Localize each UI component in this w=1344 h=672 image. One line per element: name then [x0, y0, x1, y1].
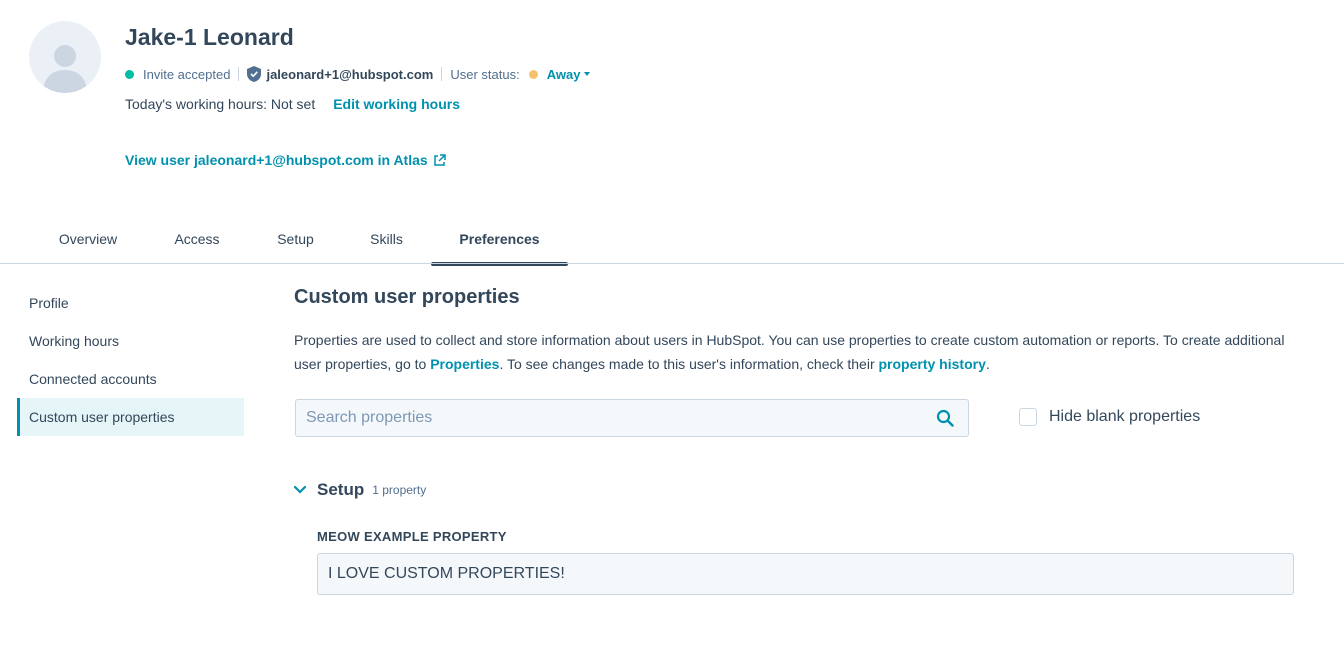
hide-blank-checkbox[interactable]: [1019, 408, 1037, 426]
external-link-icon[interactable]: [433, 153, 446, 167]
tab-bar: Overview Access Setup Skills Preferences: [29, 215, 1344, 266]
preferences-sidebar: Profile Working hours Connected accounts…: [17, 284, 244, 436]
shield-check-icon: [247, 66, 262, 82]
search-box: [295, 399, 969, 437]
tab-overview[interactable]: Overview: [29, 215, 147, 264]
invite-status-dot: [125, 69, 134, 79]
sidebar-item-connected-accounts[interactable]: Connected accounts: [17, 360, 244, 398]
edit-working-hours-link[interactable]: Edit working hours: [333, 96, 460, 112]
tab-skills[interactable]: Skills: [343, 215, 430, 264]
tab-setup[interactable]: Setup: [249, 215, 342, 264]
intro-text: Properties are used to collect and store…: [294, 328, 1294, 376]
property-history-link[interactable]: property history: [879, 356, 986, 372]
user-email: jaleonard+1@hubspot.com: [266, 66, 434, 82]
avatar-placeholder-icon: [43, 45, 87, 93]
user-status-row: Invite accepted jaleonard+1@hubspot.com …: [125, 64, 591, 84]
property-group-header[interactable]: Setup 1 property: [290, 480, 426, 500]
tab-divider: [0, 263, 1344, 264]
properties-link[interactable]: Properties: [430, 356, 499, 372]
hide-blank-toggle[interactable]: Hide blank properties: [1019, 408, 1200, 426]
sidebar-item-profile[interactable]: Profile: [17, 284, 244, 322]
group-title[interactable]: Setup: [317, 480, 364, 500]
search-input[interactable]: [296, 399, 922, 437]
property-value-input[interactable]: [317, 553, 1294, 595]
view-in-atlas-label[interactable]: View user jaleonard+1@hubspot.com in Atl…: [125, 152, 428, 168]
intro-text-part: . To see changes made to this user's inf…: [499, 356, 879, 372]
tab-preferences[interactable]: Preferences: [431, 215, 568, 266]
view-in-atlas-link[interactable]: View user jaleonard+1@hubspot.com in Atl…: [125, 152, 446, 168]
user-status-dropdown[interactable]: Away: [547, 67, 581, 82]
divider: [238, 67, 240, 81]
section-title: Custom user properties: [294, 286, 520, 308]
avatar: [29, 21, 101, 93]
sidebar-item-custom-user-properties[interactable]: Custom user properties: [17, 398, 244, 436]
chevron-down-icon[interactable]: [290, 486, 310, 494]
caret-down-icon[interactable]: [584, 72, 591, 76]
user-status-label: User status:: [450, 66, 520, 82]
sidebar-item-working-hours[interactable]: Working hours: [17, 322, 244, 360]
working-hours-text: Today's working hours: Not set: [125, 96, 316, 112]
property-label: MEOW EXAMPLE PROPERTY: [317, 529, 507, 544]
group-property-count: 1 property: [372, 483, 427, 497]
user-name: Jake-1 Leonard: [125, 24, 294, 50]
divider: [441, 67, 443, 81]
tab-access[interactable]: Access: [156, 215, 238, 264]
hide-blank-label: Hide blank properties: [1049, 408, 1201, 425]
user-status-dot: [528, 69, 538, 79]
working-hours-row: Today's working hours: Not set Edit work…: [125, 96, 460, 112]
intro-text-part: .: [985, 356, 990, 372]
invite-status: Invite accepted: [143, 66, 231, 82]
search-icon[interactable]: [922, 409, 968, 427]
